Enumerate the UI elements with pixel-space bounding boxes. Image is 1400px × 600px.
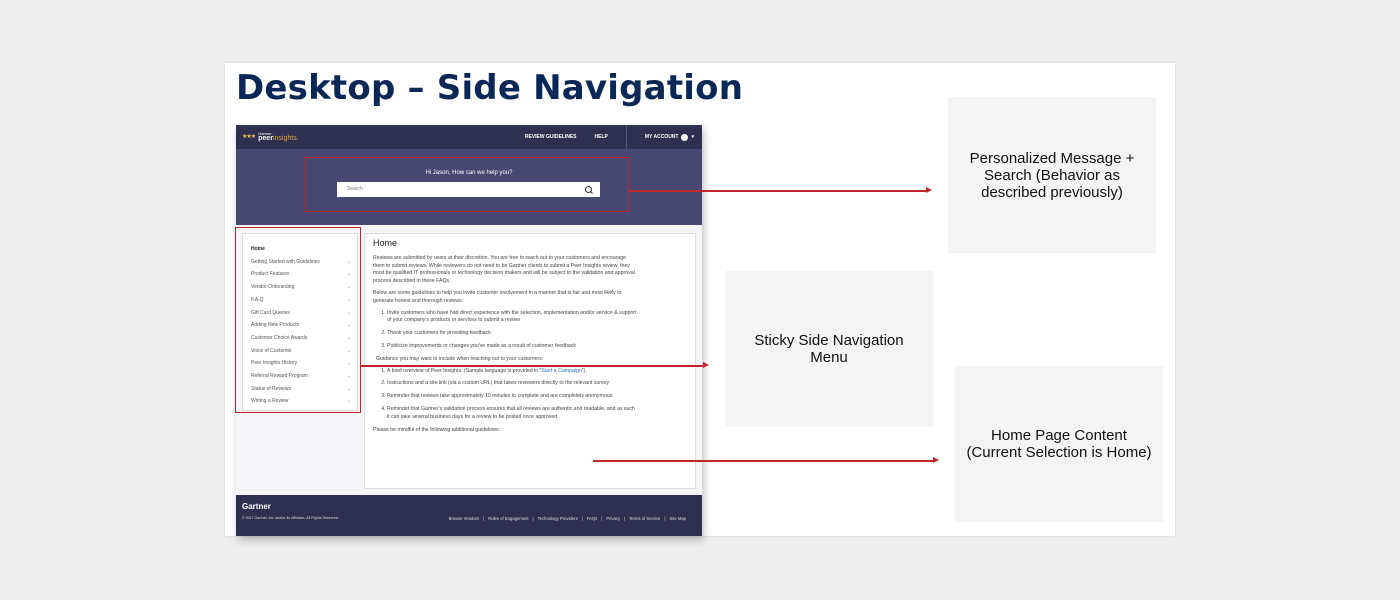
list-item-text: A brief overview of Peer Insights. (Samp… [387, 367, 542, 374]
content-para-1: Reviews are submitted by users at their … [373, 254, 635, 285]
content-para-3: Guidance you may want to include when re… [376, 355, 544, 362]
footer-separator: | [581, 516, 583, 521]
account-menu[interactable]: MY ACCOUNT ▾ [644, 133, 694, 141]
footer-link[interactable]: FAQs [587, 516, 597, 521]
list-item: Reminder that reviews take approximately… [387, 393, 637, 401]
nav-divider [625, 125, 627, 149]
footer-link[interactable]: Site Map [669, 516, 686, 521]
caret-down-icon: ▾ [691, 134, 694, 140]
nav-help[interactable]: HELP [595, 134, 608, 140]
footer-logo: Gartner [242, 502, 271, 511]
footer-separator: | [624, 516, 626, 521]
logo-main-text: peer [258, 135, 273, 142]
slide-title: Desktop – Side Navigation [236, 68, 744, 108]
nav-review-guidelines[interactable]: REVIEW GUIDELINES [525, 134, 577, 140]
list-item: Reminder that Gartner's validation proce… [387, 406, 637, 422]
callout-search: Personalized Message + Search (Behavior … [948, 97, 1156, 253]
peer-insights-logo[interactable]: ★★★ Gartner peerinsights. [242, 131, 299, 142]
footer-link[interactable]: Browse Vendors [449, 516, 480, 521]
list-item: Invite customers who have had direct exp… [387, 310, 637, 326]
list-item: A brief overview of Peer Insights. (Samp… [387, 368, 637, 376]
sidebar-arrow [361, 362, 709, 368]
account-label: MY ACCOUNT [644, 134, 679, 140]
main-content: Home Reviews are submitted by users at t… [364, 233, 696, 489]
callout-content: Home Page Content (Current Selection is … [955, 366, 1163, 522]
callout-sidebar: Sticky Side Navigation Menu [725, 271, 933, 427]
list-item: Instructions and a site link (via a cust… [387, 380, 637, 388]
search-arrow [629, 187, 932, 193]
stars-icon: ★★★ [242, 133, 256, 140]
site-footer: Gartner © 2017 Gartner, Inc. and/or its … [236, 495, 702, 536]
content-arrow [593, 457, 939, 463]
list-item-text: "). [581, 367, 587, 374]
site-header: ★★★ Gartner peerinsights. REVIEW GUIDELI… [236, 125, 702, 149]
footer-link[interactable]: Privacy [606, 516, 620, 521]
footer-separator: | [483, 516, 485, 521]
logo-accent-text: insights. [272, 135, 299, 142]
footer-separator: | [532, 516, 534, 521]
start-campaign-link[interactable]: Start a Campaign [541, 368, 581, 374]
content-para-4: Please be mindful of the following addit… [373, 426, 501, 433]
search-highlight-box [305, 157, 629, 212]
footer-link[interactable]: Technology Providers [538, 516, 578, 521]
footer-link[interactable]: Terms of Service [629, 516, 660, 521]
sidebar-highlight-box [235, 227, 361, 413]
footer-links: Browse Vendors | Rules of Engagement | Techn… [449, 516, 686, 521]
content-para-2: Below are some guidelines to help you in… [373, 289, 622, 304]
user-avatar-icon [681, 133, 689, 141]
footer-separator: | [601, 516, 603, 521]
footer-link[interactable]: Rules of Engagement [488, 516, 528, 521]
list-item: Thank your customers for providing feedb… [387, 330, 637, 338]
footer-copyright: © 2017 Gartner, Inc. and/or its Affiliat… [242, 516, 339, 520]
list-item: Publicize improvements or changes you've… [387, 343, 637, 351]
footer-separator: | [664, 516, 666, 521]
content-title: Home [373, 238, 398, 248]
